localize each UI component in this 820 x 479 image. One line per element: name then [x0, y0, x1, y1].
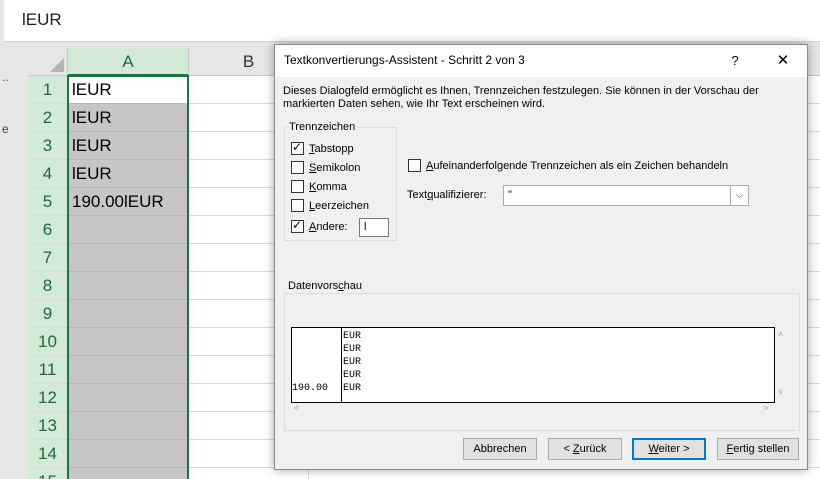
cell-a[interactable]	[68, 328, 189, 356]
excel-window: lEUR .. e A B 1 lEUR 2 lEUR 3 lEUR 4 lEUR 5 190.0…	[0, 0, 820, 479]
tab-label: Tabstopp	[309, 143, 354, 155]
select-all-corner[interactable]	[28, 48, 68, 76]
cell-a[interactable]	[68, 468, 189, 479]
row-header[interactable]: 4	[28, 160, 68, 188]
side-mark: ..	[2, 70, 9, 84]
side-mark: e	[2, 122, 9, 136]
formula-bar[interactable]: lEUR	[0, 0, 820, 42]
row-header[interactable]: 1	[28, 76, 68, 104]
space-label: Leerzeichen	[309, 200, 369, 212]
back-button[interactable]: < Zurück	[548, 438, 622, 460]
scroll-right-icon[interactable]: >	[763, 403, 768, 413]
qualifier-select[interactable]: " ⌵	[503, 185, 749, 206]
close-button[interactable]: ✕	[765, 49, 801, 73]
select-all-triangle-icon	[50, 58, 64, 72]
cell-a[interactable]	[68, 216, 189, 244]
dialog-titlebar[interactable]: Textkonvertierungs-Assistent - Schritt 2…	[275, 45, 807, 77]
preview-cell: EUR	[343, 344, 362, 355]
other-label: Andere:	[309, 221, 348, 233]
cell-a[interactable]	[68, 384, 189, 412]
tab-checkbox[interactable]: ✓	[291, 140, 304, 155]
preview-cell: EUR	[343, 383, 362, 394]
cell-a[interactable]	[68, 272, 189, 300]
cell-a[interactable]	[68, 244, 189, 272]
preview-cell: 190.00	[292, 383, 329, 394]
column-header-a[interactable]: A	[68, 48, 189, 76]
preview-vertical-scrollbar[interactable]: ˄ ˅	[775, 327, 788, 403]
row-header[interactable]: 15	[28, 468, 68, 479]
cell-a[interactable]	[68, 300, 189, 328]
cell-a[interactable]: lEUR	[68, 76, 189, 104]
consecutive-checkbox[interactable]	[408, 159, 421, 172]
finish-button[interactable]: Fertig stellen	[717, 438, 799, 460]
checkmark-icon: ✓	[292, 140, 303, 154]
formula-bar-content[interactable]: lEUR	[22, 10, 62, 30]
cell-a[interactable]: 190.00lEUR	[68, 188, 189, 216]
cell-a[interactable]: lEUR	[68, 132, 189, 160]
left-pane-strip: .. e	[0, 42, 28, 479]
cell-a[interactable]: lEUR	[68, 104, 189, 132]
row-header[interactable]: 5	[28, 188, 68, 216]
row-header[interactable]: 13	[28, 412, 68, 440]
cell-a[interactable]: lEUR	[68, 160, 189, 188]
comma-checkbox[interactable]	[291, 180, 304, 193]
scroll-down-icon[interactable]: ˅	[778, 387, 783, 397]
scroll-up-icon[interactable]: ˄	[778, 329, 783, 339]
cell-a[interactable]	[68, 356, 189, 384]
data-preview[interactable]: EUR EUR EUR EUR 190.00 EUR ˄ ˅ < >	[291, 327, 788, 424]
dialog-description: Dieses Dialogfeld ermöglicht es Ihnen, T…	[283, 85, 759, 110]
text-import-wizard-dialog: Textkonvertierungs-Assistent - Schritt 2…	[274, 44, 808, 470]
row-header[interactable]: 10	[28, 328, 68, 356]
scroll-left-icon[interactable]: <	[294, 403, 299, 413]
row-header[interactable]: 7	[28, 244, 68, 272]
dialog-title: Textkonvertierungs-Assistent - Schritt 2…	[284, 53, 525, 67]
preview-legend: Datenvorschau	[286, 280, 364, 292]
row-header[interactable]: 3	[28, 132, 68, 160]
qualifier-label: Textqualifizierer:	[407, 189, 487, 201]
cancel-button[interactable]: Abbrechen	[463, 438, 537, 460]
cell-a[interactable]	[68, 412, 189, 440]
formula-bar-edge	[0, 0, 4, 42]
row-header[interactable]: 14	[28, 440, 68, 468]
semicolon-label: Semikolon	[309, 162, 361, 174]
preview-cell: EUR	[343, 357, 362, 368]
help-button[interactable]: ?	[723, 49, 747, 73]
other-checkbox[interactable]: ✓	[291, 218, 304, 233]
column-break-line[interactable]	[341, 328, 342, 402]
row-header[interactable]: 6	[28, 216, 68, 244]
row-header[interactable]: 9	[28, 300, 68, 328]
delimiters-legend: Trennzeichen	[287, 121, 358, 133]
row-header[interactable]: 8	[28, 272, 68, 300]
next-button[interactable]: Weiter >	[632, 438, 706, 460]
row-header[interactable]: 11	[28, 356, 68, 384]
checkmark-icon: ✓	[292, 218, 303, 232]
preview-cell: EUR	[343, 331, 362, 342]
qualifier-value: "	[508, 189, 512, 201]
semicolon-checkbox[interactable]	[291, 161, 304, 174]
preview-cell: EUR	[343, 370, 362, 381]
preview-horizontal-scrollbar[interactable]: < >	[291, 403, 775, 416]
other-delimiter-input[interactable]: l	[359, 218, 389, 237]
cell-a[interactable]	[68, 440, 189, 468]
comma-label: Komma	[309, 181, 347, 193]
row-header[interactable]: 12	[28, 384, 68, 412]
row-header[interactable]: 2	[28, 104, 68, 132]
chevron-down-icon[interactable]: ⌵	[730, 186, 748, 205]
space-checkbox[interactable]	[291, 199, 304, 212]
consecutive-label: Aufeinanderfolgende Trennzeichen als ein…	[426, 160, 729, 172]
preview-box[interactable]: EUR EUR EUR EUR 190.00 EUR	[291, 327, 775, 403]
